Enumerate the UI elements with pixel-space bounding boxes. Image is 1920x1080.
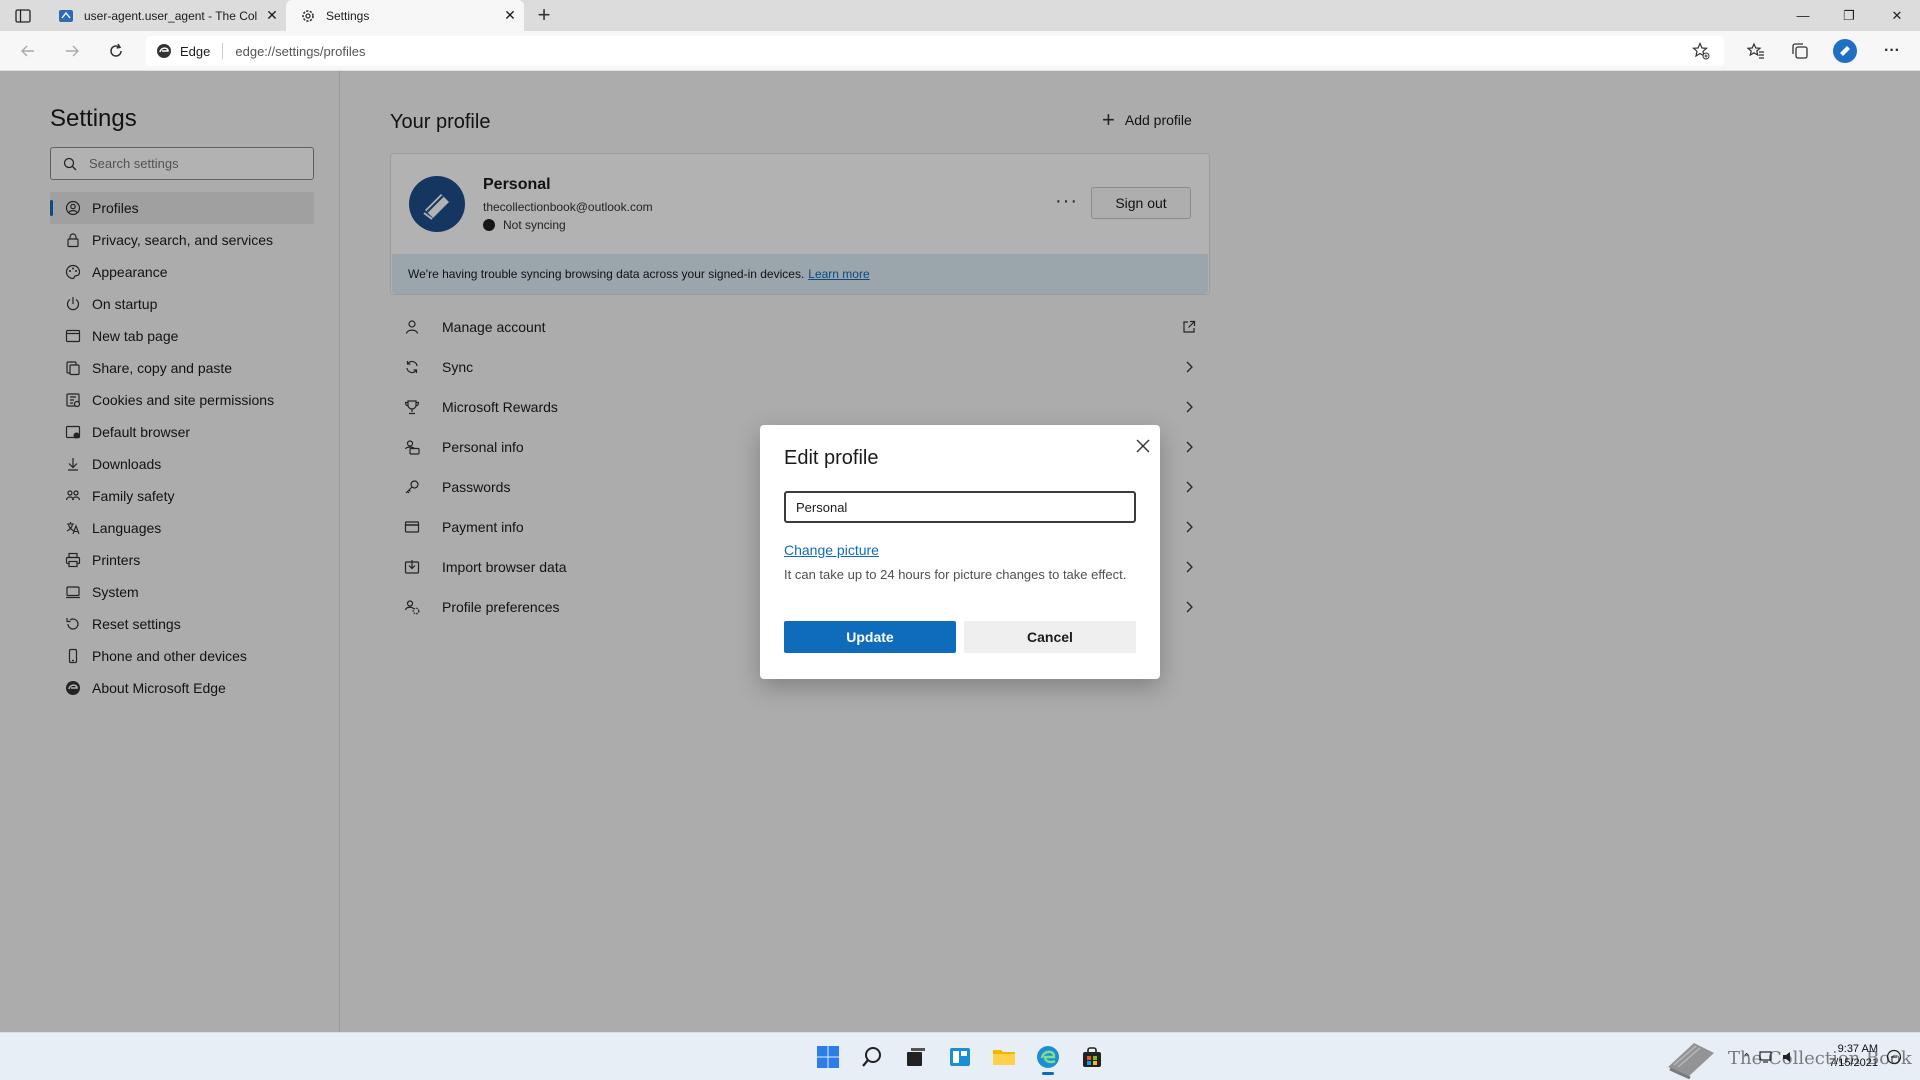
- dialog-close-button[interactable]: [1132, 435, 1154, 457]
- widgets-icon: [950, 1048, 970, 1066]
- network-icon[interactable]: [1759, 1050, 1775, 1064]
- clock[interactable]: 9:37 AM 7/15/2021: [1818, 1042, 1878, 1070]
- change-picture-link[interactable]: Change picture: [784, 542, 879, 558]
- book-logo-icon: [1668, 1043, 1714, 1079]
- browser-toolbar: Edge edge://settings/profiles ···: [0, 31, 1920, 71]
- page-favicon-icon: [58, 8, 74, 24]
- url-text[interactable]: edge://settings/profiles: [235, 44, 365, 59]
- dialog-title: Edit profile: [784, 447, 879, 469]
- cancel-button[interactable]: Cancel: [964, 621, 1136, 653]
- close-window-button[interactable]: ✕: [1874, 0, 1920, 31]
- collections-icon: [1792, 43, 1808, 59]
- maximize-button[interactable]: ❐: [1826, 0, 1872, 31]
- taskbar-search-button[interactable]: [855, 1041, 889, 1073]
- address-separator: [222, 43, 224, 59]
- settings-more-button[interactable]: ···: [1880, 39, 1904, 63]
- address-bar[interactable]: Edge edge://settings/profiles: [146, 36, 1724, 66]
- system-tray[interactable]: ⌃: [1742, 1033, 1797, 1080]
- minimize-button[interactable]: —: [1780, 0, 1826, 31]
- forward-button[interactable]: [60, 39, 84, 63]
- tab-title: Settings: [326, 8, 370, 23]
- store-button[interactable]: [1075, 1041, 1109, 1073]
- start-button[interactable]: [811, 1041, 845, 1073]
- picture-change-note: It can take up to 24 hours for picture c…: [784, 567, 1127, 582]
- task-view-icon: [907, 1048, 925, 1066]
- collections-button[interactable]: [1788, 39, 1812, 63]
- title-bar: user-agent.user_agent - The Coll ✕ Setti…: [0, 0, 1920, 31]
- favorites-icon: [1747, 42, 1764, 59]
- folder-icon: [993, 1050, 1015, 1065]
- search-icon: [862, 1047, 881, 1067]
- volume-icon[interactable]: [1781, 1050, 1797, 1064]
- profile-name-field[interactable]: [784, 491, 1136, 523]
- forward-arrow-icon: [66, 45, 79, 57]
- notification-icon: [1886, 1049, 1902, 1065]
- favorites-button[interactable]: [1744, 39, 1768, 63]
- back-arrow-icon: [21, 45, 34, 57]
- update-button[interactable]: Update: [784, 621, 956, 653]
- tab-settings[interactable]: Settings ✕: [286, 0, 524, 31]
- edge-chip[interactable]: Edge: [156, 43, 210, 59]
- tab-actions-button[interactable]: [12, 6, 34, 26]
- tab-user-agent[interactable]: user-agent.user_agent - The Coll ✕: [44, 0, 286, 31]
- widgets-button[interactable]: [943, 1041, 977, 1073]
- edge-icon: [1037, 1046, 1059, 1068]
- refresh-button[interactable]: [104, 39, 128, 63]
- edge-taskbar-button[interactable]: [1031, 1041, 1065, 1075]
- tab-title: user-agent.user_agent - The Coll: [84, 8, 258, 23]
- tab-close-icon[interactable]: ✕: [258, 7, 286, 24]
- close-icon: [1136, 439, 1150, 453]
- notification-button[interactable]: [1886, 1033, 1902, 1080]
- clock-date: 7/15/2021: [1829, 1057, 1878, 1069]
- back-button[interactable]: [16, 39, 40, 63]
- tab-actions-icon: [15, 9, 31, 23]
- tab-close-icon[interactable]: ✕: [496, 7, 524, 24]
- file-explorer-button[interactable]: [987, 1041, 1021, 1073]
- star-add-icon: [1691, 42, 1710, 60]
- avatar: [1833, 39, 1857, 63]
- store-bag-icon: [1083, 1047, 1101, 1067]
- gear-icon: [300, 8, 316, 24]
- edge-logo-icon: [157, 44, 171, 58]
- add-favorite-button[interactable]: [1691, 42, 1710, 63]
- clock-time: 9:37 AM: [1837, 1043, 1878, 1055]
- profile-button[interactable]: [1833, 39, 1857, 63]
- new-tab-button[interactable]: +: [532, 4, 556, 28]
- chevron-up-icon[interactable]: ⌃: [1742, 1051, 1751, 1064]
- task-view-button[interactable]: [899, 1041, 933, 1073]
- edge-chip-label: Edge: [180, 43, 211, 59]
- edit-profile-dialog: Edit profile Change picture It can take …: [760, 425, 1160, 679]
- refresh-icon: [110, 43, 122, 57]
- taskbar: The Collection Book ⌃ 9:37 AM 7/15/2021: [0, 1032, 1920, 1080]
- windows-logo-icon: [817, 1046, 839, 1068]
